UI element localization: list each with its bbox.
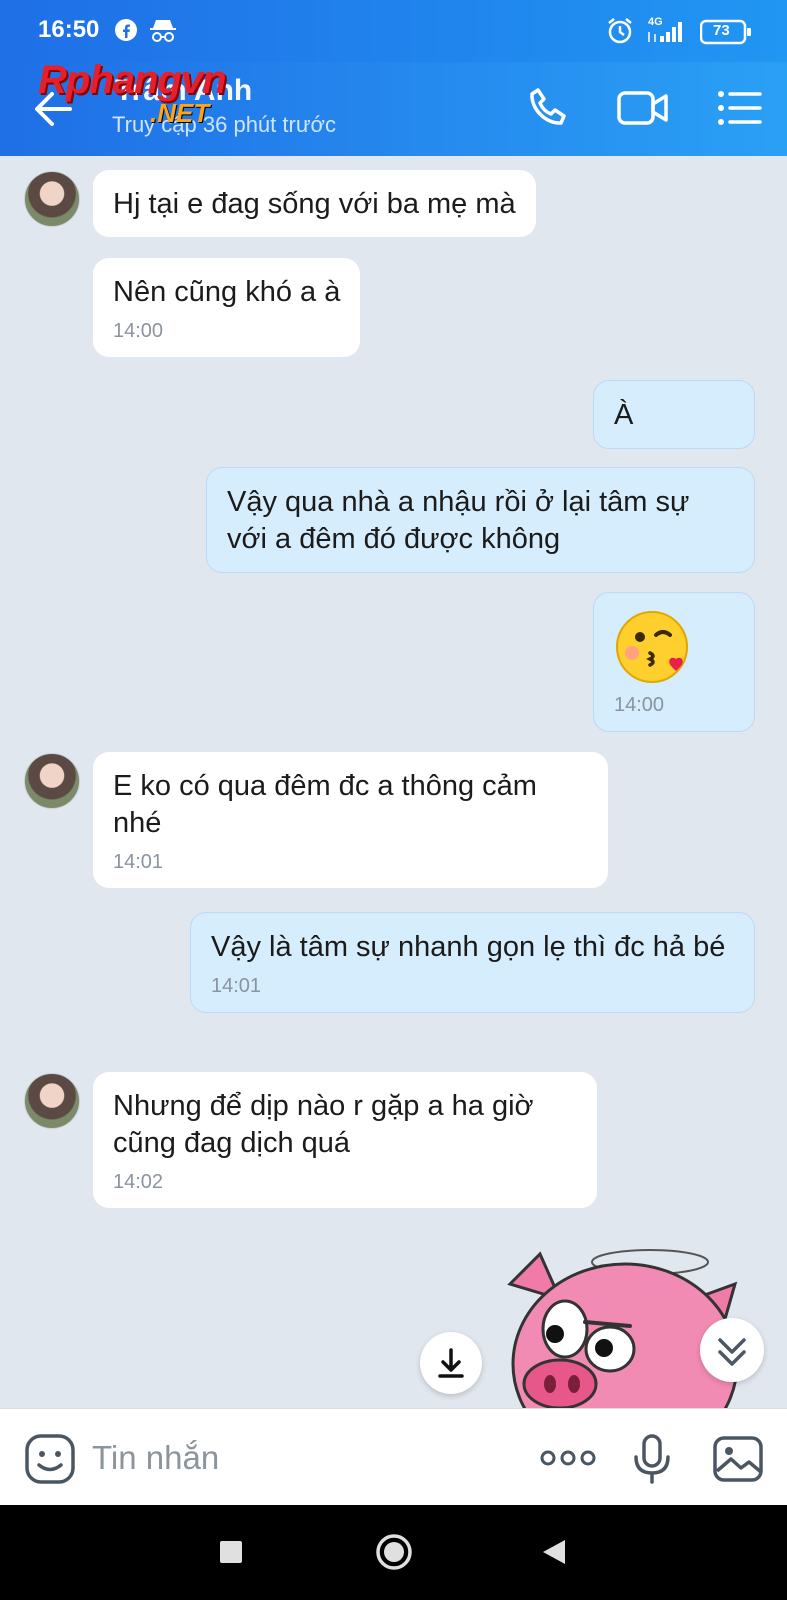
message-time: 14:01 [211,975,262,997]
kissing-face-emoji [614,609,690,685]
message-text: Nhưng để dịp nào r gặp a ha giờ cũng đag… [113,1090,534,1159]
message-text: Vậy qua nhà a nhậu rồi ở lại tâm sự với … [227,486,690,555]
scroll-down-button[interactable] [700,1318,764,1382]
message-text: À [614,399,634,431]
message-time: 14:00 [614,694,665,716]
message-time: 14:00 [113,320,164,342]
home-icon[interactable] [376,1534,412,1575]
back-icon[interactable] [541,1538,567,1571]
message-input[interactable]: Tin nhắn [92,1439,219,1477]
last-seen-status: Truy cập 36 phút trước [112,112,336,137]
message-text: Hj tại e đag sống với ba mẹ mà [113,188,516,220]
message-bubble-incoming[interactable]: E ko có qua đêm đc a thông cảm nhé 14:01 [93,752,608,888]
system-nav-bar [0,1505,787,1600]
message-text: E ko có qua đêm đc a thông cảm nhé [113,770,537,839]
message-bubble-outgoing[interactable]: Vậy qua nhà a nhậu rồi ở lại tâm sự với … [206,467,755,573]
message-time: 14:01 [113,851,164,873]
recent-apps-icon[interactable] [219,1540,243,1569]
message-bubble-incoming[interactable]: Nhưng để dịp nào r gặp a ha giờ cũng đag… [93,1072,597,1208]
message-bubble-outgoing[interactable]: 14:00 [593,592,755,732]
image-icon[interactable] [712,1435,764,1488]
facebook-icon [114,18,138,47]
sticker-icon[interactable] [24,1433,76,1490]
watermark-main: Rphangvn [38,58,227,102]
message-bubble-incoming[interactable]: Hj tại e đag sống với ba mẹ mà [93,170,536,237]
battery-level: 73 [713,22,730,39]
alarm-icon [606,17,634,50]
microphone-icon[interactable] [632,1433,672,1490]
scroll-down-icon [700,1338,764,1386]
status-time: 16:50 [38,16,100,43]
download-button[interactable] [420,1332,482,1394]
video-call-icon[interactable] [616,84,670,137]
phone-icon[interactable] [524,84,572,137]
chat-area[interactable]: Hj tại e đag sống với ba mẹ mà Nên cũng … [0,156,787,1408]
contact-avatar[interactable] [24,171,80,227]
message-bubble-outgoing[interactable]: Vậy là tâm sự nhanh gọn lẹ thì đc hả bé … [190,912,755,1013]
contact-avatar[interactable] [24,1073,80,1129]
more-icon[interactable] [540,1443,596,1478]
watermark-sub: .NET [150,98,210,128]
menu-icon[interactable] [716,84,762,137]
incognito-icon [148,18,178,49]
contact-avatar[interactable] [24,753,80,809]
download-icon [420,1348,482,1398]
message-text: Vậy là tâm sự nhanh gọn lẹ thì đc hả bé [211,931,726,963]
signal-icon [646,20,686,49]
message-bubble-outgoing[interactable]: À [593,380,755,449]
watermark-logo: Rphangvn .NET [38,58,227,128]
message-text: Nên cũng khó a à [113,276,341,308]
message-composer: Tin nhắn [0,1408,787,1505]
message-bubble-incoming[interactable]: Nên cũng khó a à 14:00 [93,258,361,357]
message-time: 14:02 [113,1171,164,1193]
status-bar: 16:50 4G 73 [0,0,787,62]
